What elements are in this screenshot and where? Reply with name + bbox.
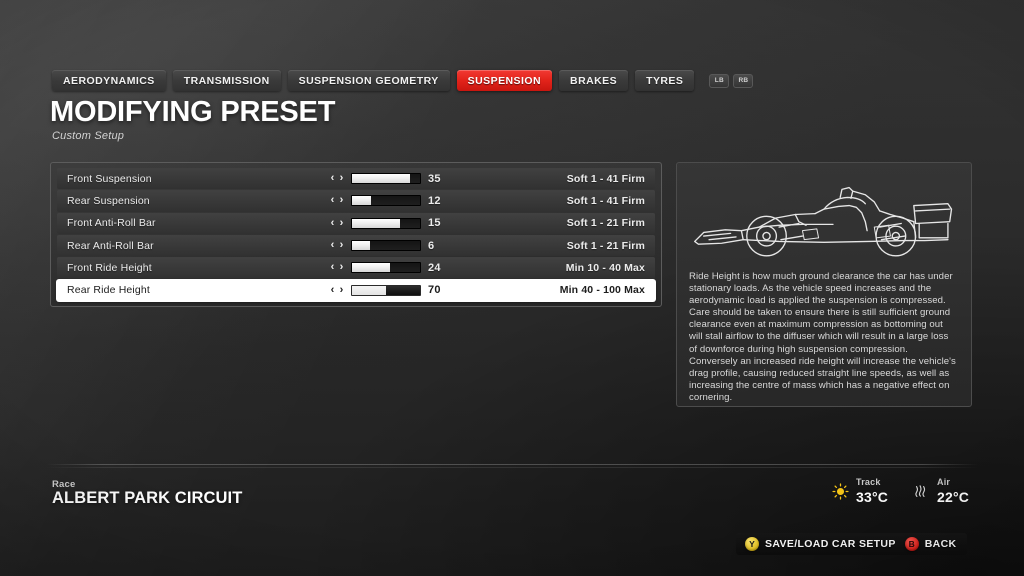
settings-list: Front Suspension ‹ › 35 Soft 1 - 41 Firm… xyxy=(50,162,662,307)
setting-range: Soft 1 - 41 Firm xyxy=(566,172,645,185)
stepper-arrows: ‹ › xyxy=(329,240,345,251)
setting-range: Soft 1 - 41 Firm xyxy=(566,194,645,207)
f1-car-wireframe-icon xyxy=(689,173,959,265)
slider-fill xyxy=(386,285,420,295)
tab-label: TYRES xyxy=(646,74,684,87)
setting-slider[interactable] xyxy=(351,284,421,296)
shoulder-button-hints: LB RB xyxy=(709,73,754,88)
footer-divider-secondary xyxy=(46,467,978,468)
setting-slider[interactable] xyxy=(351,195,421,207)
setting-label: Rear Suspension xyxy=(67,194,150,207)
circuit-name: ALBERT PARK CIRCUIT xyxy=(52,489,243,507)
setting-slider[interactable] xyxy=(351,240,421,252)
decrease-arrow-icon[interactable]: ‹ xyxy=(329,173,336,184)
save-load-car-setup-button[interactable]: Y SAVE/LOAD CAR SETUP xyxy=(745,537,896,551)
setting-label: Rear Anti-Roll Bar xyxy=(67,239,154,252)
setting-row-front-ride-height[interactable]: Front Ride Height ‹ › 24 Min 10 - 40 Max xyxy=(57,257,655,279)
tab-aerodynamics[interactable]: AERODYNAMICS xyxy=(52,70,166,91)
tab-label: BRAKES xyxy=(570,74,618,87)
footer-divider xyxy=(46,464,978,465)
rb-label: RB xyxy=(738,77,749,84)
setting-row-rear-anti-roll-bar[interactable]: Rear Anti-Roll Bar ‹ › 6 Soft 1 - 21 Fir… xyxy=(57,234,655,257)
wind-icon xyxy=(915,484,926,497)
back-button[interactable]: B BACK xyxy=(904,537,957,551)
increase-arrow-icon[interactable]: › xyxy=(338,262,345,273)
setting-value: 24 xyxy=(428,261,441,274)
setting-range: Soft 1 - 21 Firm xyxy=(566,217,645,230)
setting-value: 12 xyxy=(428,194,441,207)
air-temperature: Air 22°C xyxy=(913,478,969,504)
info-panel: Ride Height is how much ground clearance… xyxy=(676,162,972,407)
track-temp-value: 33°C xyxy=(856,489,889,505)
setting-range: Min 40 - 100 Max xyxy=(559,284,645,297)
setting-value: 15 xyxy=(428,217,441,230)
increase-arrow-icon[interactable]: › xyxy=(338,173,345,184)
slider-fill xyxy=(352,174,410,184)
stepper-arrows: ‹ › xyxy=(329,173,345,184)
tab-label: SUSPENSION GEOMETRY xyxy=(298,74,439,87)
slider-fill xyxy=(352,241,371,251)
increase-arrow-icon[interactable]: › xyxy=(338,195,345,206)
setting-label: Rear Ride Height xyxy=(67,284,150,297)
action-button-bar: Y SAVE/LOAD CAR SETUP B BACK xyxy=(736,533,968,555)
tab-suspension[interactable]: SUSPENSION xyxy=(456,70,553,91)
tab-tyres[interactable]: TYRES xyxy=(635,70,695,91)
tab-suspension-geometry[interactable]: SUSPENSION GEOMETRY xyxy=(287,70,450,91)
tab-label: SUSPENSION xyxy=(467,74,542,87)
decrease-arrow-icon[interactable]: ‹ xyxy=(329,284,336,296)
slider-fill xyxy=(352,218,401,228)
setting-value: 35 xyxy=(428,172,441,185)
air-temp-label: Air xyxy=(937,477,951,487)
setup-screen: AERODYNAMICS TRANSMISSION SUSPENSION GEO… xyxy=(0,0,1024,576)
tab-brakes[interactable]: BRAKES xyxy=(559,70,629,91)
decrease-arrow-icon[interactable]: ‹ xyxy=(329,262,336,273)
setting-slider[interactable] xyxy=(351,173,421,185)
setting-value: 70 xyxy=(428,284,441,297)
setting-row-rear-ride-height[interactable]: Rear Ride Height ‹ › 70 Min 40 - 100 Max xyxy=(57,279,655,301)
setting-row-front-suspension[interactable]: Front Suspension ‹ › 35 Soft 1 - 41 Firm xyxy=(57,168,655,190)
tab-label: TRANSMISSION xyxy=(183,74,270,87)
lb-bumper-icon[interactable]: LB xyxy=(709,73,730,88)
save-load-label: SAVE/LOAD CAR SETUP xyxy=(765,538,896,550)
rb-bumper-icon[interactable]: RB xyxy=(733,73,754,88)
b-button-icon: B xyxy=(904,537,919,551)
air-temp-value: 22°C xyxy=(937,489,970,505)
setting-label: Front Suspension xyxy=(67,172,152,185)
tab-transmission[interactable]: TRANSMISSION xyxy=(172,70,281,91)
track-temperature: Track 33°C xyxy=(832,478,888,504)
setting-slider[interactable] xyxy=(351,262,421,274)
track-temp-text: Track 33°C xyxy=(856,477,889,505)
slider-fill xyxy=(352,263,391,273)
category-tab-bar: AERODYNAMICS TRANSMISSION SUSPENSION GEO… xyxy=(52,70,754,91)
setting-slider[interactable] xyxy=(351,217,421,229)
setting-range: Min 10 - 40 Max xyxy=(565,261,645,274)
increase-arrow-icon[interactable]: › xyxy=(338,284,345,296)
lb-label: LB xyxy=(714,77,724,84)
decrease-arrow-icon[interactable]: ‹ xyxy=(329,240,336,251)
setting-label: Front Ride Height xyxy=(67,261,152,274)
setting-range: Soft 1 - 21 Firm xyxy=(566,239,645,252)
setting-description: Ride Height is how much ground clearance… xyxy=(689,271,956,403)
stepper-arrows: ‹ › xyxy=(329,217,345,229)
increase-arrow-icon[interactable]: › xyxy=(338,240,345,251)
setting-row-front-anti-roll-bar[interactable]: Front Anti-Roll Bar ‹ › 15 Soft 1 - 21 F… xyxy=(57,212,655,234)
stepper-arrows: ‹ › xyxy=(329,284,345,296)
increase-arrow-icon[interactable]: › xyxy=(338,217,345,229)
track-temp-label: Track xyxy=(856,477,881,487)
stepper-arrows: ‹ › xyxy=(329,195,345,206)
tab-label: AERODYNAMICS xyxy=(63,74,155,87)
setting-label: Front Anti-Roll Bar xyxy=(67,217,156,230)
air-temp-text: Air 22°C xyxy=(937,477,970,505)
setting-row-rear-suspension[interactable]: Rear Suspension ‹ › 12 Soft 1 - 41 Firm xyxy=(57,190,655,212)
sun-icon xyxy=(832,482,849,500)
back-label: BACK xyxy=(924,538,957,550)
setting-value: 6 xyxy=(428,239,435,252)
page-title: MODIFYING PRESET xyxy=(50,96,336,128)
stepper-arrows: ‹ › xyxy=(329,262,345,273)
page-subtitle: Custom Setup xyxy=(52,130,125,142)
slider-fill xyxy=(352,196,372,206)
y-button-icon: Y xyxy=(745,537,759,551)
decrease-arrow-icon[interactable]: ‹ xyxy=(329,195,336,206)
decrease-arrow-icon[interactable]: ‹ xyxy=(329,217,336,229)
